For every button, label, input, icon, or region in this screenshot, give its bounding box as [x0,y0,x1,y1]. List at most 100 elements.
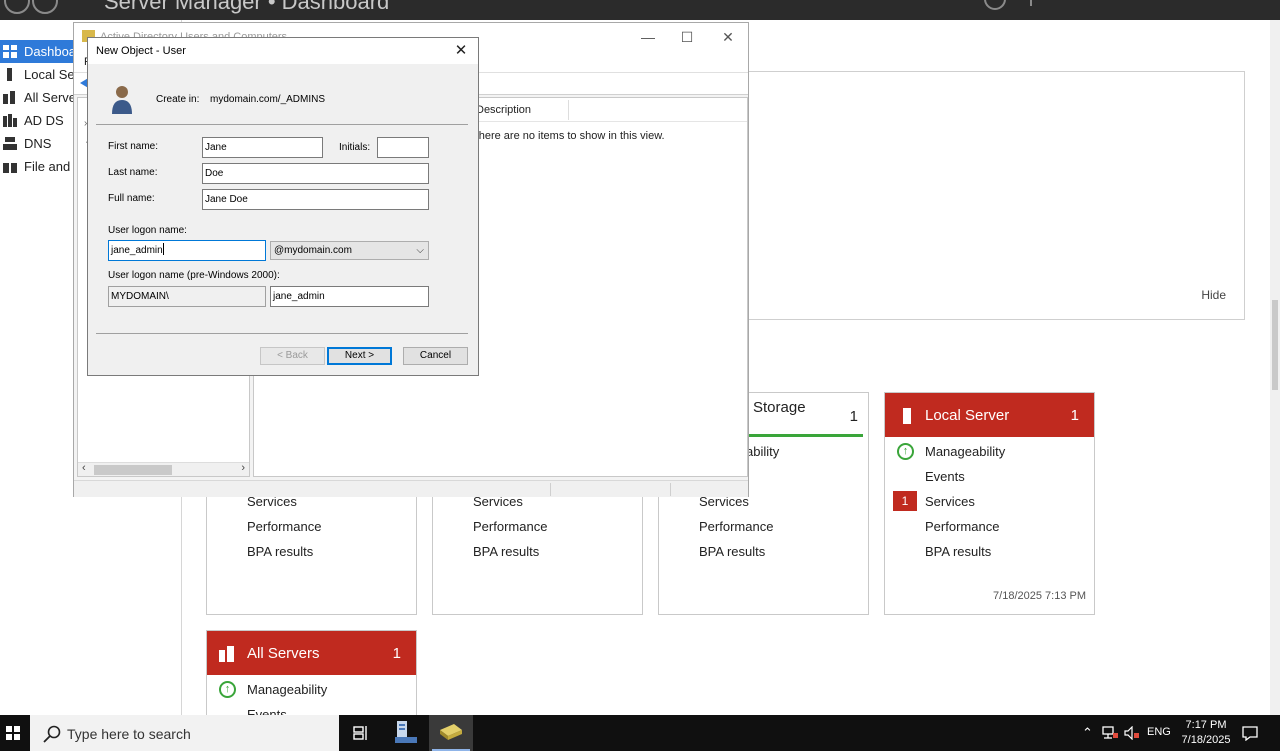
tile-row-services[interactable]: Services [925,494,975,509]
taskbar: Type here to search ⌃ ENG 7:17 PM 7/18/2… [0,715,1280,751]
status-separator [670,483,671,496]
pre2000-domain-field: MYDOMAIN\ [108,286,266,307]
tile-row-events[interactable]: Events [925,469,965,484]
volume-muted-icon[interactable] [1124,726,1140,740]
scroll-right-icon[interactable]: › [241,462,245,474]
tile-title: All Servers [247,645,320,662]
status-ok-icon: ↑ [897,443,914,460]
start-button[interactable] [0,715,30,751]
tile-count: 1 [849,408,858,425]
taskbar-aduc[interactable] [429,715,473,751]
tile-row-events[interactable]: Events [247,707,287,715]
server-icon [7,68,12,81]
scrollbar-thumb[interactable] [94,465,172,475]
column-separator[interactable] [568,100,569,120]
tile-row-manageability[interactable]: Manageability [925,444,1005,459]
back-nav-icon[interactable] [4,0,30,14]
notifications-icon[interactable] [1242,725,1258,741]
domain-suffix-value: @mydomain.com [274,245,352,256]
initials-label: Initials: [339,142,371,153]
back-button[interactable]: < Back [260,347,325,365]
tile-header[interactable]: All Servers 1 [207,631,416,675]
logon-name-label: User logon name: [108,225,187,236]
empty-list-message: There are no items to show in this view. [472,130,665,142]
scrollbar-thumb[interactable] [1272,300,1278,390]
close-icon[interactable]: ✕ [717,27,739,47]
status-separator [550,483,551,496]
first-name-field[interactable]: Jane [202,137,323,158]
close-icon[interactable]: ✕ [450,41,472,61]
welcome-panel: Hide [734,71,1245,320]
next-button[interactable]: Next > [327,347,392,365]
pre2000-logon-field[interactable]: jane_admin [270,286,429,307]
tile-timestamp: 7/18/2025 7:13 PM [993,590,1086,602]
domain-suffix-select[interactable]: @mydomain.com ⌵ [270,241,429,260]
dns-icon [3,137,17,150]
column-description[interactable]: Description [476,104,531,116]
ad-ds-icon [3,114,17,127]
create-in-value: mydomain.com/_ADMINS [210,94,326,105]
tile-row-bpa[interactable]: BPA results [247,544,313,559]
task-view-button[interactable] [339,715,383,751]
notification-flag-icon[interactable] [1030,0,1040,6]
aduc-statusbar [74,480,748,497]
minimize-icon[interactable]: — [637,27,659,47]
logon-name-field[interactable]: jane_admin [108,240,266,261]
maximize-icon[interactable]: ☐ [676,27,698,47]
forward-nav-icon[interactable] [32,0,58,14]
dialog-title: New Object - User [96,45,186,57]
tile-role-1: Services Performance BPA results [206,493,417,615]
task-view-icon [353,726,367,740]
tile-row-manageability[interactable]: Manageability [247,682,327,697]
cancel-button[interactable]: Cancel [403,347,468,365]
servers-icon [3,91,15,104]
server-manager-title: Server Manager • Dashboard [104,0,390,14]
network-icon[interactable] [1102,726,1118,740]
chevron-down-icon: ⌵ [416,245,424,256]
tile-row-bpa[interactable]: BPA results [473,544,539,559]
tile-title[interactable]: Storage [753,399,806,416]
aduc-app-icon [440,724,462,740]
last-name-field[interactable]: Doe [202,163,429,184]
scroll-left-icon[interactable]: ‹ [82,462,86,474]
clock[interactable]: 7:17 PM 7/18/2025 [1178,718,1234,748]
initials-field[interactable] [377,137,429,158]
server-icon [903,408,911,424]
divider [96,333,468,334]
language-indicator[interactable]: ENG [1147,726,1171,738]
last-name-label: Last name: [108,167,158,178]
divider [96,124,468,125]
dialog-titlebar[interactable]: New Object - User ✕ [88,38,478,64]
taskbar-search[interactable]: Type here to search [30,715,339,751]
dashboard-scrollbar[interactable] [1270,20,1280,715]
tree-horizontal-scrollbar[interactable]: ‹ › [78,462,249,476]
tile-row-performance[interactable]: Performance [473,519,547,534]
taskbar-server-manager[interactable] [384,715,428,751]
new-user-dialog: New Object - User ✕ Create in: mydomain.… [87,37,479,376]
tile-header[interactable]: Local Server 1 [885,393,1094,437]
file-storage-icon [3,163,17,173]
server-manager-icon [395,721,417,743]
dashboard-icon [3,45,17,58]
sidebar-item-label: AD DS [24,113,64,128]
tile-role-2: Services Performance BPA results [432,493,643,615]
chevron-up-icon[interactable]: ⌃ [1082,725,1093,741]
windows-logo-icon [6,726,20,740]
tile-row-bpa[interactable]: BPA results [699,544,765,559]
tile-row-performance[interactable]: Performance [247,519,321,534]
tile-row-bpa[interactable]: BPA results [925,544,991,559]
full-name-label: Full name: [108,193,155,204]
create-in-label: Create in: [156,94,200,105]
tile-count: 1 [392,645,401,662]
hide-welcome-link[interactable]: Hide [1201,288,1226,302]
text-caret [162,243,164,255]
tile-local-server: Local Server 1 ↑ Manageability Events 1 … [884,392,1095,615]
tile-all-servers: All Servers 1 ↑ Manageability Events [206,630,417,715]
tile-row-performance[interactable]: Performance [699,519,773,534]
pre2000-label: User logon name (pre-Windows 2000): [108,270,280,281]
tile-title: Local Server [925,407,1010,424]
full-name-field[interactable]: Jane Doe [202,189,429,210]
user-icon [112,86,132,114]
refresh-icon[interactable] [984,0,1006,10]
tile-row-performance[interactable]: Performance [925,519,999,534]
